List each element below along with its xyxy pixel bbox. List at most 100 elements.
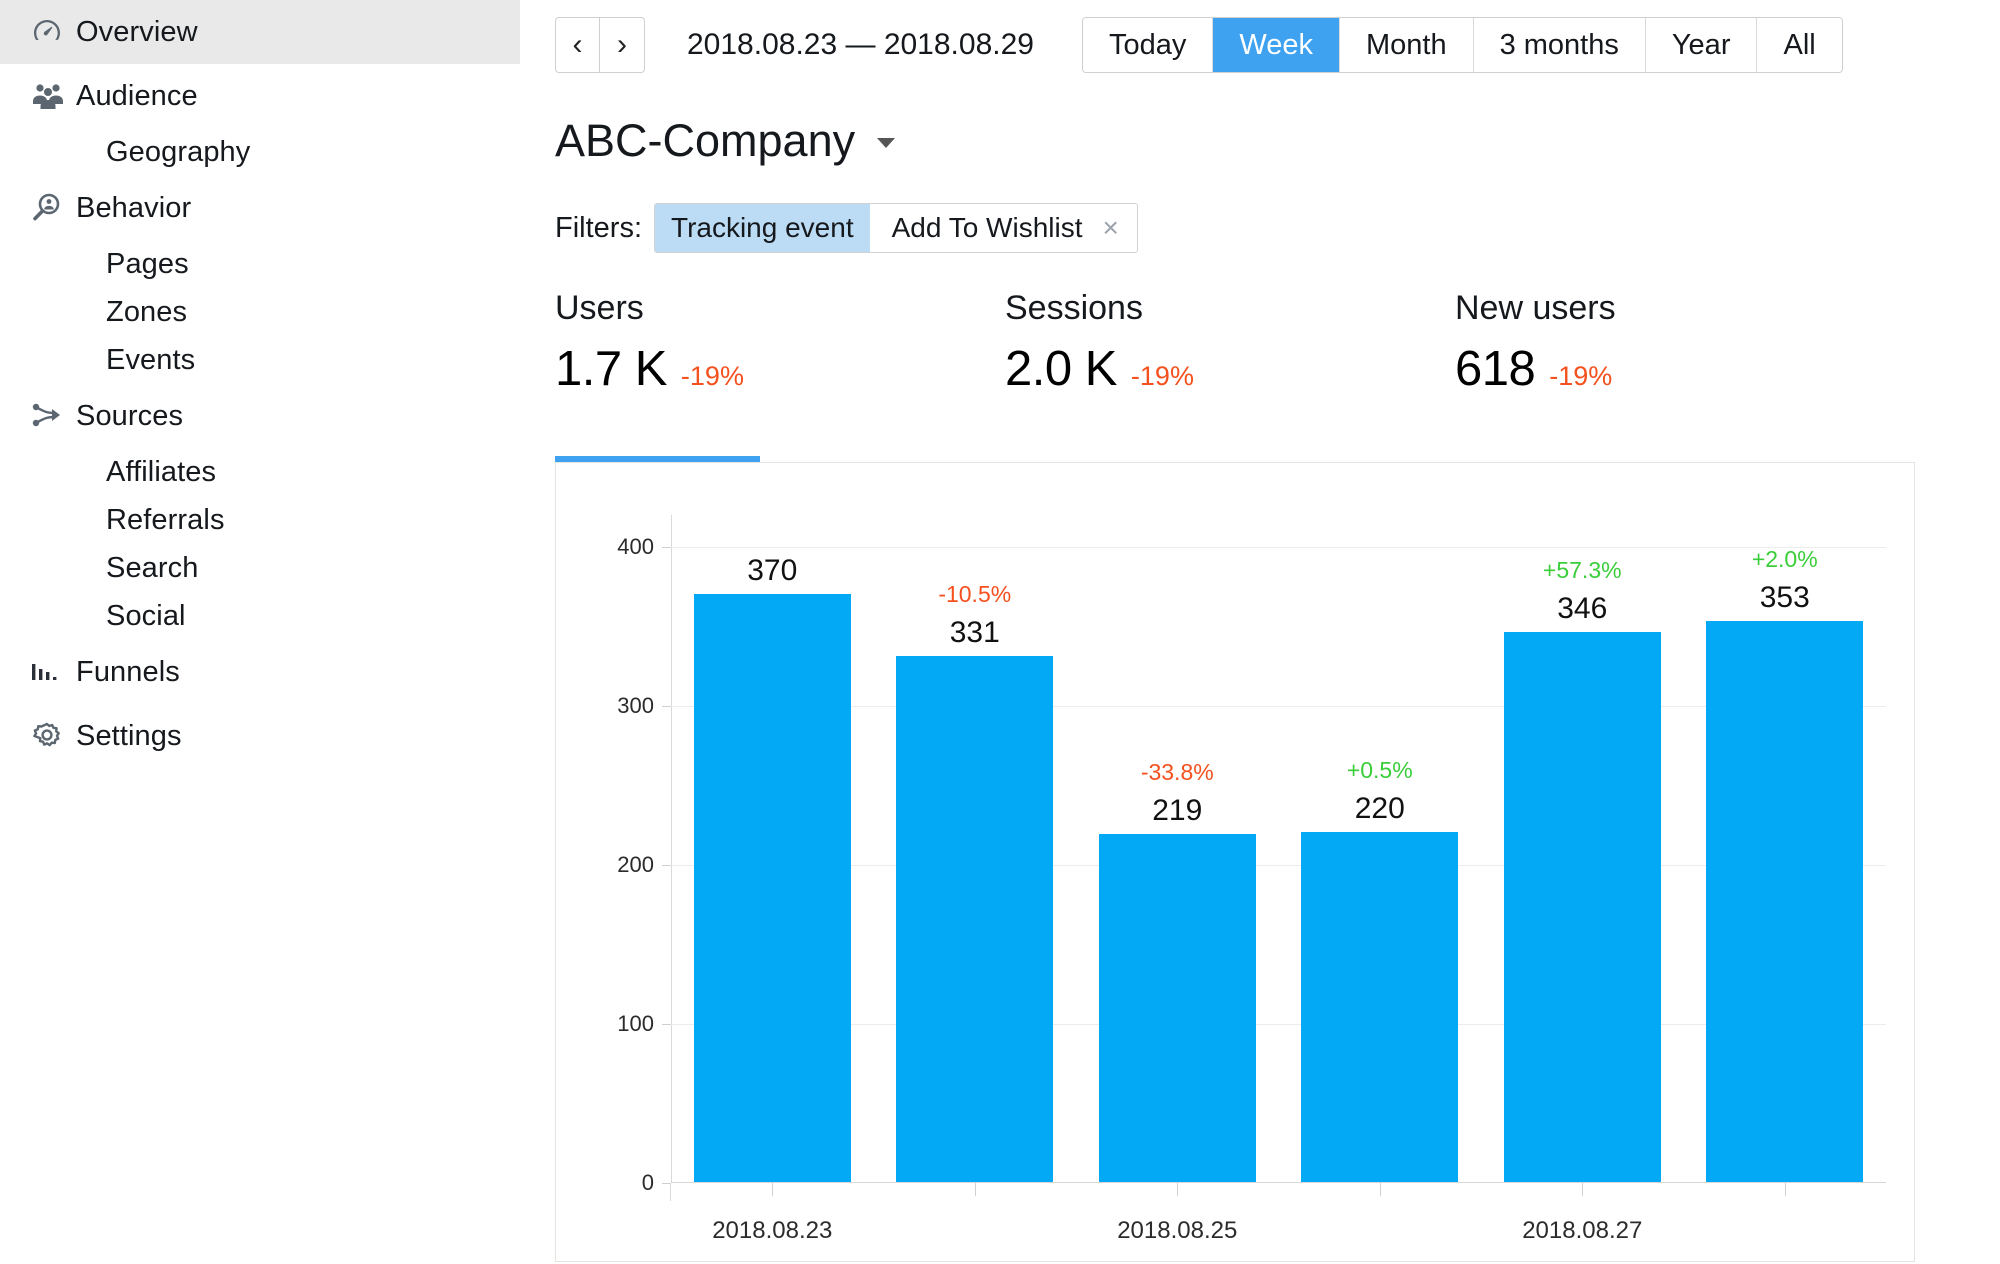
sidebar-item-affiliates[interactable]: Affiliates (0, 448, 520, 496)
date-nav-group: ‹ › (555, 17, 645, 73)
sidebar-item-label: Behavior (76, 191, 192, 224)
sidebar-item-label: Search (106, 551, 199, 584)
bar-delta-label: +2.0% (1751, 545, 1818, 572)
bar-item[interactable]: 331 -10.5% (896, 515, 1054, 1182)
y-axis-tail (670, 1183, 671, 1201)
kpi-value: 2.0 K (1005, 342, 1117, 397)
date-range-label: 2018.08.23 — 2018.08.29 (687, 28, 1034, 61)
y-axis-tick-mark (662, 1183, 671, 1184)
x-axis-tick-mark (1177, 1183, 1179, 1196)
magnifier-user-icon (30, 188, 76, 228)
people-icon (30, 76, 76, 116)
close-icon[interactable]: × (1103, 204, 1137, 252)
period-today-button[interactable]: Today (1082, 18, 1214, 72)
bar[interactable] (1098, 833, 1256, 1182)
y-axis-tick-mark (662, 864, 671, 866)
sidebar-item-label: Referrals (106, 503, 225, 536)
bar-item[interactable]: 346 +57.3% (1503, 515, 1661, 1182)
next-period-button[interactable]: › (600, 17, 645, 73)
y-axis-tick-label: 200 (617, 851, 654, 877)
sidebar-item-audience[interactable]: Audience (0, 64, 520, 128)
bar-item[interactable]: 220 +0.5% (1301, 515, 1459, 1182)
bars-icon (30, 652, 76, 692)
period-3months-button[interactable]: 3 months (1473, 18, 1646, 72)
sidebar-item-search[interactable]: Search (0, 544, 520, 592)
filter-chip-value: Add To Wishlist (891, 212, 1083, 243)
bar-delta-label: -10.5% (938, 580, 1012, 607)
x-axis-line (671, 1182, 1886, 1183)
sidebar-item-settings[interactable]: Settings (0, 704, 520, 768)
x-axis-tick-label: 2018.08.25 (1117, 1217, 1238, 1244)
kpi-sessions[interactable]: Sessions 2.0 K -19% (1005, 289, 1455, 397)
main-content: ‹ › 2018.08.23 — 2018.08.29 Today Week M… (520, 0, 2000, 1264)
bar-value-label: 331 (949, 615, 1000, 649)
sidebar-item-label: Social (106, 599, 186, 632)
bar[interactable] (1503, 631, 1661, 1182)
bar-series: 370 331 -10.5% 219 -33.8% 220 +0.5% 346 +57.3% 35… (671, 515, 1886, 1182)
bar-item[interactable]: 219 -33.8% (1098, 515, 1256, 1182)
kpi-label: Sessions (1005, 289, 1143, 327)
period-all-button[interactable]: All (1757, 18, 1842, 72)
sidebar-item-overview[interactable]: Overview (0, 0, 520, 64)
period-year-button[interactable]: Year (1645, 18, 1758, 72)
kpi-delta: -19% (680, 361, 744, 392)
bar-delta-label: +57.3% (1542, 556, 1622, 583)
sidebar: Overview Audience Geography Behavior Pag… (0, 0, 521, 1264)
x-axis-tick-label: 2018.08.27 (1522, 1217, 1643, 1244)
share-nodes-icon (30, 396, 76, 436)
x-axis-tick-mark (1379, 1183, 1381, 1196)
sidebar-item-label: Funnels (76, 655, 180, 688)
y-axis-tick-mark (662, 705, 671, 707)
kpi-label: Users (555, 289, 644, 327)
sidebar-item-label: Events (106, 343, 196, 376)
sidebar-item-referrals[interactable]: Referrals (0, 496, 520, 544)
period-week-button[interactable]: Week (1213, 18, 1340, 72)
page-title[interactable]: ABC-Company (555, 115, 896, 167)
y-axis-tick-label: 100 (617, 1010, 654, 1036)
sidebar-item-zones[interactable]: Zones (0, 288, 520, 336)
sidebar-item-behavior[interactable]: Behavior (0, 176, 520, 240)
x-axis-tick-mark (1784, 1183, 1786, 1196)
bar-value-label: 353 (1759, 580, 1810, 614)
sidebar-item-geography[interactable]: Geography (0, 128, 520, 176)
bar-chart[interactable]: 0 100 200 300 400 370 331 -10.5% 219 -33.8% 220 +0… (617, 515, 1886, 1244)
sidebar-item-funnels[interactable]: Funnels (0, 640, 520, 704)
sidebar-item-pages[interactable]: Pages (0, 240, 520, 288)
sidebar-item-events[interactable]: Events (0, 336, 520, 384)
y-axis-tick-label: 0 (641, 1170, 654, 1195)
chevron-down-icon[interactable] (877, 138, 896, 148)
bar[interactable] (896, 655, 1054, 1182)
sidebar-item-label: Sources (76, 399, 184, 432)
date-toolbar: ‹ › 2018.08.23 — 2018.08.29 Today Week M… (555, 16, 1843, 74)
sidebar-item-label: Affiliates (106, 455, 217, 488)
x-axis-tick-mark (772, 1183, 774, 1196)
kpi-row: Users 1.7 K -19% Sessions 2.0 K -19% New… (555, 289, 1905, 397)
x-axis-tick-label: 2018.08.23 (712, 1217, 833, 1244)
sidebar-item-social[interactable]: Social (0, 592, 520, 640)
y-axis-tick-label: 400 (617, 533, 654, 559)
bar[interactable] (693, 593, 851, 1182)
y-axis-tick-mark (662, 546, 671, 548)
bar-item[interactable]: 353 +2.0% (1706, 515, 1864, 1182)
kpi-value: 618 (1455, 342, 1536, 397)
sidebar-item-sources[interactable]: Sources (0, 384, 520, 448)
bar-value-label: 219 (1152, 793, 1203, 827)
kpi-delta: -19% (1549, 361, 1613, 392)
period-month-button[interactable]: Month (1339, 18, 1474, 72)
kpi-delta: -19% (1130, 361, 1194, 392)
bar-item[interactable]: 370 (693, 515, 851, 1182)
kpi-new-users[interactable]: New users 618 -19% (1455, 289, 1905, 397)
prev-period-button[interactable]: ‹ (555, 17, 600, 73)
x-axis-tick-mark (974, 1183, 976, 1196)
sidebar-item-label: Zones (106, 295, 188, 328)
bar[interactable] (1301, 832, 1459, 1182)
x-axis-tick-mark (1582, 1183, 1584, 1196)
filters-label: Filters: (555, 211, 642, 244)
sidebar-item-label: Settings (76, 719, 182, 752)
sidebar-item-label: Audience (76, 79, 198, 112)
filter-chip[interactable]: Tracking event Add To Wishlist × (654, 203, 1138, 253)
bar[interactable] (1706, 620, 1864, 1182)
bar-delta-label: -33.8% (1140, 758, 1214, 785)
kpi-users[interactable]: Users 1.7 K -19% (555, 289, 1005, 397)
bar-value-label: 346 (1557, 591, 1608, 625)
